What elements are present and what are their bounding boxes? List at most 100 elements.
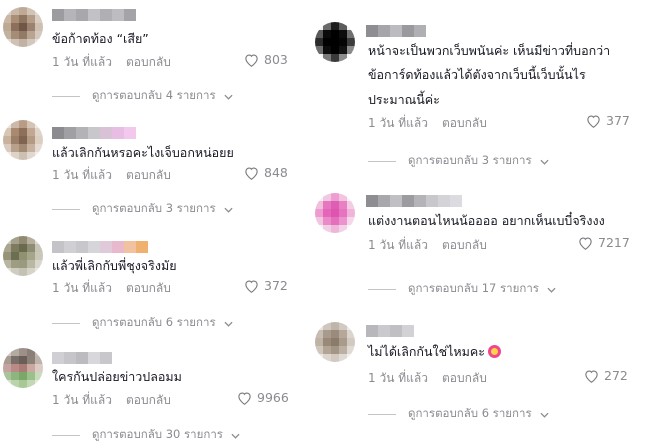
- username-blurred[interactable]: [52, 9, 136, 21]
- avatar-pixel: [27, 260, 35, 268]
- avatar-pixel: [347, 217, 355, 225]
- username-pixel: [88, 352, 100, 364]
- avatar-pixel: [331, 330, 339, 338]
- username-pixel: [414, 25, 426, 37]
- username-pixel: [402, 25, 414, 37]
- username-pixel: [52, 127, 64, 139]
- avatar[interactable]: [315, 193, 355, 233]
- heart-icon: [238, 391, 251, 405]
- avatar-pixel: [11, 136, 19, 144]
- heart-icon: [585, 369, 598, 383]
- avatar-pixel: [35, 244, 43, 252]
- avatar-pixel: [27, 7, 35, 15]
- avatar-pixel: [347, 38, 355, 46]
- avatar-pixel: [323, 22, 331, 30]
- username-pixel: [52, 352, 64, 364]
- avatar-pixel: [339, 322, 347, 330]
- avatar-pixel: [11, 39, 19, 47]
- reply-button[interactable]: ตอบกลับ: [442, 116, 487, 130]
- avatar-pixel: [331, 209, 339, 217]
- avatar-pixel: [347, 193, 355, 201]
- reply-button[interactable]: ตอบกลับ: [126, 168, 171, 182]
- avatar-pixel: [323, 354, 331, 362]
- avatar-pixel: [323, 338, 331, 346]
- avatar-pixel: [323, 209, 331, 217]
- comment-text: แต่งงานตอนไหนน้ออออ อยากเห็นเบบี๋จริงงง: [368, 213, 605, 228]
- avatar-pixel: [323, 54, 331, 62]
- like-button[interactable]: 377: [586, 113, 630, 128]
- avatar-pixel: [27, 252, 35, 260]
- avatar-pixel: [339, 193, 347, 201]
- avatar-pixel: [347, 22, 355, 30]
- avatar[interactable]: [315, 322, 355, 362]
- avatar[interactable]: [315, 22, 355, 62]
- username-pixel: [124, 9, 136, 21]
- avatar[interactable]: [3, 7, 43, 47]
- avatar-pixel: [19, 136, 27, 144]
- avatar-pixel: [27, 31, 35, 39]
- avatar-pixel: [27, 15, 35, 23]
- view-replies-button[interactable]: ดูการตอบกลับ 3 รายการ: [52, 200, 233, 218]
- avatar-pixel: [339, 330, 347, 338]
- view-replies-label: ดูการตอบกลับ 17 รายการ: [408, 281, 539, 295]
- avatar-pixel: [323, 193, 331, 201]
- avatar-pixel: [339, 22, 347, 30]
- avatar-pixel: [3, 260, 11, 268]
- username-pixel: [76, 352, 88, 364]
- reply-button[interactable]: ตอบกลับ: [126, 281, 171, 295]
- reply-button[interactable]: ตอบกลับ: [126, 55, 171, 69]
- comment-text-line: ข้อการ์ดท้องแล้วได้ตังจากเว็บนี้เว็บนั้น…: [368, 67, 586, 82]
- view-replies-button[interactable]: ดูการตอบกลับ 30 รายการ: [52, 426, 240, 444]
- username-pixel: [378, 195, 390, 207]
- like-button[interactable]: 9966: [237, 390, 289, 405]
- comment-text-line: หน้าจะเป็นพวกเว็บพนันค่ะ เห็นมีข่าวที่บอ…: [368, 43, 611, 58]
- view-replies-button[interactable]: ดูการตอบกลับ 6 รายการ: [52, 314, 233, 332]
- username-blurred[interactable]: [52, 241, 148, 253]
- like-button[interactable]: 7217: [578, 235, 630, 250]
- view-replies-button[interactable]: ดูการตอบกลับ 4 รายการ: [52, 87, 233, 105]
- reply-button[interactable]: ตอบกลับ: [126, 393, 171, 407]
- avatar-pixel: [19, 364, 27, 372]
- like-count: 372: [264, 278, 288, 293]
- view-replies-button[interactable]: ดูการตอบกลับ 17 รายการ: [368, 280, 556, 298]
- avatar[interactable]: [3, 236, 43, 276]
- avatar-pixel: [19, 120, 27, 128]
- like-button[interactable]: 372: [244, 278, 288, 293]
- avatar-pixel: [11, 244, 19, 252]
- reply-button[interactable]: ตอบกลับ: [442, 238, 487, 252]
- like-button[interactable]: 803: [244, 52, 288, 67]
- avatar-pixel: [27, 348, 35, 356]
- like-button[interactable]: 848: [244, 165, 288, 180]
- username-blurred[interactable]: [366, 195, 462, 207]
- username-blurred[interactable]: [366, 25, 426, 37]
- like-count: 7217: [598, 235, 630, 250]
- username-blurred[interactable]: [52, 352, 112, 364]
- view-replies-button[interactable]: ดูการตอบกลับ 6 รายการ: [368, 405, 549, 423]
- avatar[interactable]: [3, 348, 43, 388]
- username-blurred[interactable]: [366, 325, 414, 337]
- view-replies-button[interactable]: ดูการตอบกลับ 3 รายการ: [368, 152, 549, 170]
- avatar-pixel: [35, 15, 43, 23]
- avatar-pixel: [347, 354, 355, 362]
- avatar-pixel: [315, 217, 323, 225]
- avatar-pixel: [331, 201, 339, 209]
- avatar-pixel: [19, 252, 27, 260]
- avatar[interactable]: [3, 120, 43, 160]
- avatar-pixel: [35, 7, 43, 15]
- avatar-pixel: [27, 244, 35, 252]
- username-pixel: [64, 9, 76, 21]
- like-button[interactable]: 272: [584, 368, 628, 383]
- avatar-pixel: [27, 23, 35, 31]
- reply-button[interactable]: ตอบกลับ: [442, 371, 487, 385]
- username-blurred[interactable]: [52, 127, 136, 139]
- username-pixel: [88, 127, 100, 139]
- avatar-pixel: [35, 236, 43, 244]
- avatar-pixel: [315, 322, 323, 330]
- avatar-pixel: [27, 120, 35, 128]
- avatar-pixel: [19, 39, 27, 47]
- avatar-pixel: [3, 252, 11, 260]
- avatar-pixel: [11, 380, 19, 388]
- avatar-pixel: [315, 193, 323, 201]
- avatar-pixel: [19, 152, 27, 160]
- avatar-pixel: [315, 354, 323, 362]
